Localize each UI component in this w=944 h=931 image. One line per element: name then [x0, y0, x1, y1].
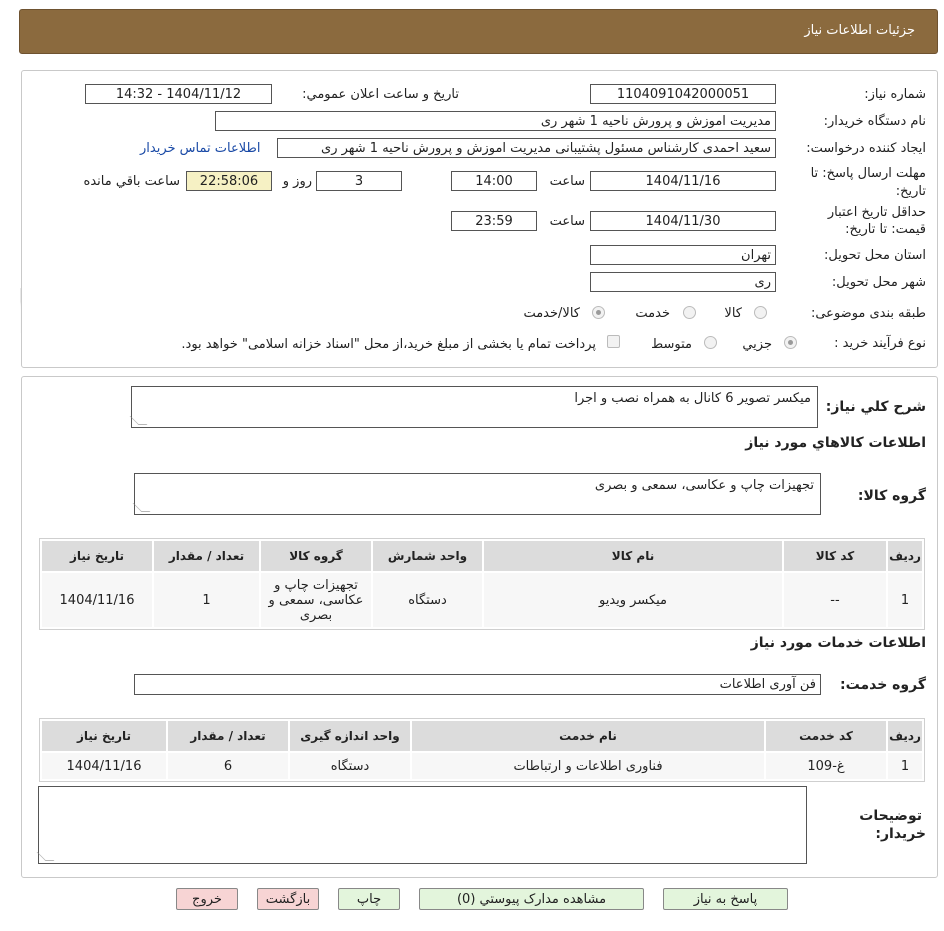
need-number-field: 1104091042000051 [590, 84, 776, 104]
requester-label: ایجاد کننده درخواست: [806, 141, 926, 156]
deadline-label: مهلت ارسال پاسخ: تا [810, 166, 926, 181]
col-unit: واحد شمارش [371, 539, 484, 573]
days-field: 3 [316, 171, 402, 191]
services-table-header: رديف کد خدمت نام خدمت واحد اندازه گیری ت… [40, 719, 924, 753]
process-label: نوع فرآیند خرید : [834, 336, 926, 351]
service-group-label: گروه خدمت: [840, 677, 926, 693]
col-group: گروه کالا [259, 539, 373, 573]
resize-grip-icon[interactable] [132, 503, 151, 512]
category-service-label: خدمت [635, 306, 670, 321]
validity-date-field: 1404/11/30 [590, 211, 776, 231]
category-goods-radio[interactable] [754, 306, 767, 319]
cell-unit: دستگاه [371, 571, 484, 629]
goods-table: رديف کد کالا نام کالا واحد شمارش گروه کا… [39, 538, 925, 630]
cell-qty: 1 [152, 571, 261, 629]
deadline-label-date: تاریخ: [895, 184, 926, 199]
description-text: میکسر تصویر 6 کانال به همراه نصب و اجرا [574, 391, 811, 406]
treasury-note: پرداخت تمام یا بخشی از مبلغ خرید،از محل … [181, 337, 596, 352]
cell-unit: دستگاه [288, 751, 412, 781]
goods-section-title: اطلاعات كالاهاي مورد نياز [745, 435, 926, 451]
cell-row: 1 [886, 571, 924, 629]
validity-label: حداقل تاریخ اعتبار [827, 205, 926, 220]
back-button[interactable]: بازگشت [257, 888, 319, 910]
cell-name: فناوری اطلاعات و ارتباطات [410, 751, 766, 781]
province-field: تهران [590, 245, 776, 265]
col-qty: تعداد / مقدار [166, 719, 290, 753]
col-unit: واحد اندازه گیری [288, 719, 412, 753]
description-label: شرح كلي نياز: [825, 399, 926, 415]
col-code: کد خدمت [764, 719, 888, 753]
process-medium-radio[interactable] [704, 336, 717, 349]
cell-name: میکسر ویدیو [482, 571, 784, 629]
goods-group-label: گروه كالا: [857, 488, 926, 504]
category-service-radio[interactable] [683, 306, 696, 319]
validity-time-field: 23:59 [451, 211, 537, 231]
table-row: 1 -- میکسر ویدیو دستگاه تجهیزات چاپ و عک… [40, 571, 924, 629]
need-number-label: شماره نیاز: [864, 87, 926, 102]
deadline-time-label: ساعت [549, 174, 585, 189]
resize-grip-icon[interactable] [36, 852, 55, 861]
goods-group-text: تجهیزات چاپ و عکاسی، سمعی و بصری [594, 478, 814, 493]
cell-row: 1 [886, 751, 924, 781]
cell-code: -- [782, 571, 888, 629]
treasury-checkbox[interactable] [607, 335, 620, 348]
validity-label-date: قیمت: تا تاریخ: [845, 222, 926, 237]
cell-group: تجهیزات چاپ و عکاسی، سمعی و بصری [259, 571, 373, 629]
process-medium-label: متوسط [651, 337, 692, 352]
validity-time-label: ساعت [549, 214, 585, 229]
category-goods-service-radio[interactable] [592, 306, 605, 319]
col-qty: تعداد / مقدار [152, 539, 261, 573]
page-header: جزئیات اطلاعات نیاز [19, 9, 938, 54]
days-label: روز و [282, 174, 312, 189]
goods-group-textarea[interactable]: تجهیزات چاپ و عکاسی، سمعی و بصری [132, 473, 821, 515]
buyer-org-label: نام دستگاه خریدار: [823, 114, 926, 129]
col-name: نام خدمت [410, 719, 766, 753]
buyer-notes-textarea[interactable] [36, 786, 807, 864]
city-label: شهر محل تحویل: [831, 275, 926, 290]
remaining-label: ساعت باقي مانده [83, 174, 180, 189]
services-table: رديف کد خدمت نام خدمت واحد اندازه گیری ت… [39, 718, 925, 782]
goods-table-header: رديف کد کالا نام کالا واحد شمارش گروه کا… [40, 539, 924, 573]
cell-qty: 6 [166, 751, 290, 781]
col-date: تاریخ نیاز [40, 719, 168, 753]
resize-grip-icon[interactable] [129, 416, 148, 425]
deadline-date-field: 1404/11/16 [590, 171, 776, 191]
process-minor-radio[interactable] [784, 336, 797, 349]
col-code: کد کالا [782, 539, 888, 573]
cell-date: 1404/11/16 [40, 751, 168, 781]
services-section-title: اطلاعات خدمات مورد نياز [750, 635, 926, 651]
col-name: نام کالا [482, 539, 784, 573]
description-textarea[interactable]: میکسر تصویر 6 کانال به همراه نصب و اجرا [129, 386, 818, 428]
print-button[interactable]: چاپ [338, 888, 400, 910]
table-row: 1 غ-109 فناوری اطلاعات و ارتباطات دستگاه… [40, 751, 924, 781]
buyer-org-field: مدیریت اموزش و پرورش ناحیه 1 شهر ری [215, 111, 776, 131]
reply-button[interactable]: پاسخ به نياز [663, 888, 788, 910]
col-row: رديف [886, 719, 924, 753]
category-goods-service-label: کالا/خدمت [523, 306, 580, 321]
col-row: رديف [886, 539, 924, 573]
process-minor-label: جزيي [742, 337, 772, 352]
category-goods-label: کالا [724, 306, 742, 321]
deadline-time-field: 14:00 [451, 171, 537, 191]
requester-field: سعید احمدی کارشناس مسئول پشتیبانی مدیریت… [277, 138, 776, 158]
buyer-contact-link[interactable]: اطلاعات تماس خریدار [140, 141, 260, 156]
service-group-field: فن آوری اطلاعات [134, 674, 821, 695]
category-label: طبقه بندی موضوعی: [810, 306, 926, 321]
page-title: جزئیات اطلاعات نیاز [804, 23, 915, 38]
announce-label: تاریخ و ساعت اعلان عمومي: [302, 87, 459, 102]
province-label: استان محل تحویل: [824, 248, 926, 263]
cell-date: 1404/11/16 [40, 571, 154, 629]
col-date: تاریخ نیاز [40, 539, 154, 573]
buyer-notes-label: توضیحات [859, 808, 922, 824]
remaining-time-field: 22:58:06 [186, 171, 272, 191]
view-attachments-button[interactable]: مشاهده مدارک پیوستي (0) [419, 888, 644, 910]
cell-code: غ-109 [764, 751, 888, 781]
exit-button[interactable]: خروج [176, 888, 238, 910]
buyer-notes-label-2: خریدار: [875, 826, 926, 842]
city-field: ری [590, 272, 776, 292]
announce-field: 1404/11/12 - 14:32 [85, 84, 272, 104]
